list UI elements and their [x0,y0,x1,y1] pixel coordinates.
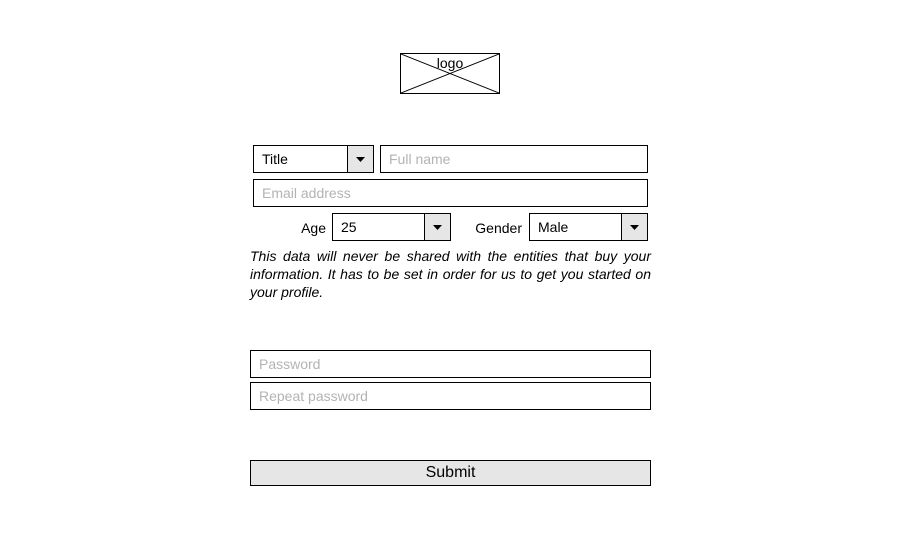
password-input[interactable] [250,350,651,378]
privacy-note: This data will never be shared with the … [250,248,651,300]
caret-down-icon [356,156,365,162]
logo-label: logo [436,55,464,71]
full-name-input[interactable] [380,145,648,173]
age-select[interactable]: 25 [332,213,451,241]
submit-button[interactable]: Submit [250,460,651,486]
gender-select-toggle[interactable] [621,214,647,240]
title-select-value: Title [262,151,288,167]
gender-select-value: Male [538,219,569,235]
gender-label: Gender [475,219,522,236]
caret-down-icon [630,224,639,230]
repeat-password-input[interactable] [250,382,651,410]
age-select-toggle[interactable] [424,214,450,240]
title-select-toggle[interactable] [347,146,373,172]
title-select[interactable]: Title [253,145,374,173]
gender-select[interactable]: Male [529,213,648,241]
age-select-value: 25 [341,219,357,235]
logo-placeholder: logo [400,53,500,94]
caret-down-icon [433,224,442,230]
age-label: Age [301,219,326,236]
signup-form-page: logo Title Age 25 Gender Male This data … [0,0,900,550]
email-input[interactable] [253,179,648,207]
